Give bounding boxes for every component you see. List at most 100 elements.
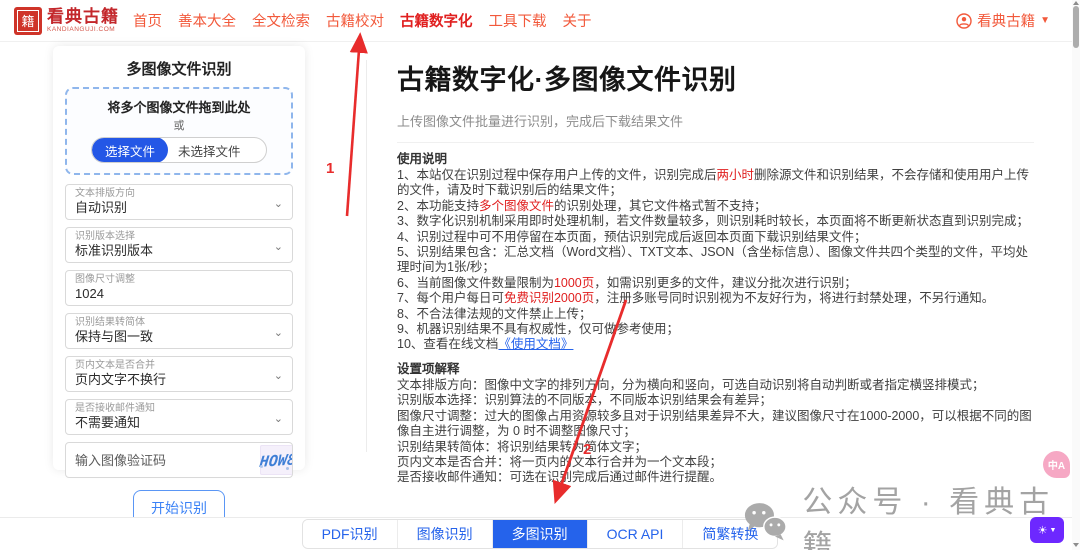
- chevron-down-icon: ⌄: [273, 198, 283, 210]
- chevron-down-icon: ▼: [1040, 15, 1050, 26]
- usage-item: 2、本功能支持多个图像文件的识别处理，其它文件格式暂不支持；: [397, 198, 767, 213]
- chevron-down-icon: ▼: [1049, 526, 1057, 534]
- field-value: 标准识别版本: [75, 243, 154, 258]
- logo-subtitle: KANDIANGUJI.COM: [47, 25, 116, 33]
- user-name: 看典古籍: [977, 14, 1036, 30]
- tab-OCR API[interactable]: OCR API: [587, 520, 684, 548]
- vertical-divider: [366, 60, 367, 452]
- nav-menu: 首页 善本大全 全文检索 古籍校对 古籍数字化 工具下载 关于: [133, 10, 592, 31]
- settings-item: 文本排版方向：图像中文字的排列方向，分为横向和竖向，可选自动识别将自动判断或者指…: [397, 377, 985, 392]
- usage-title: 使用说明: [397, 152, 448, 166]
- field-value: 1024: [75, 286, 104, 301]
- captcha-row: HOW8WP: [65, 442, 293, 478]
- bottom-tab-bar: PDF识别 图像识别 多图识别 OCR API 简繁转换: [0, 517, 1080, 550]
- annotation-label-1: 1: [326, 160, 335, 177]
- translate-button[interactable]: 中A: [1043, 451, 1070, 478]
- highlight-text: 免费识别2000页: [503, 291, 595, 306]
- chevron-down-icon: ⌄: [273, 413, 283, 425]
- file-input[interactable]: 选择文件 未选择文件: [91, 137, 267, 163]
- select-field[interactable]: 识别结果转简体 保持与图一致 ⌄: [65, 313, 293, 349]
- usage-item: 5、识别结果包含：汇总文档（Word文档）、TXT文本、JSON（含坐标信息）、…: [397, 245, 1029, 275]
- site-logo[interactable]: 籍 看典古籍 KANDIANGUJI.COM: [14, 6, 119, 35]
- select-field[interactable]: 识别版本选择 标准识别版本 ⌄: [65, 227, 293, 263]
- usage-item: 9、机器识别结果不具有权威性，仅可做参考使用；: [397, 322, 679, 337]
- select-field[interactable]: 文本排版方向 自动识别 ⌄: [65, 184, 293, 220]
- nav-item[interactable]: 古籍数字化: [400, 10, 473, 31]
- usage-item: 10、查看在线文档《使用文档》: [397, 337, 574, 352]
- page-subtitle: 上传图像文件批量进行识别，完成后下载结果文件: [397, 114, 684, 129]
- usage-item: 6、当前图像文件数量限制为1000页，如需识别更多的文件，建议分批次进行识别；: [397, 275, 857, 290]
- scroll-down-arrow[interactable]: [1073, 543, 1079, 547]
- highlight-text: 两小时: [716, 168, 754, 182]
- settings-item: 识别结果转简体：将识别结果转为简体文字；: [397, 439, 648, 454]
- choose-file-button[interactable]: 选择文件: [92, 138, 169, 162]
- annotation-arrow-1: [345, 32, 368, 217]
- user-menu[interactable]: 看典古籍 ▼: [956, 10, 1050, 31]
- nav-item[interactable]: 工具下载: [489, 10, 547, 31]
- settings-item: 识别版本选择：识别算法的不同版本，不同版本识别结果会有差异；: [397, 393, 773, 408]
- theme-toggle-button[interactable]: ☀ ▼: [1030, 517, 1064, 543]
- form-title: 多图像文件识别: [126, 61, 232, 78]
- tab-图像识别[interactable]: 图像识别: [397, 520, 493, 548]
- horizontal-divider: [397, 142, 1034, 143]
- field-value: 自动识别: [75, 200, 128, 215]
- file-dropzone[interactable]: 将多个图像文件拖到此处 或 选择文件 未选择文件: [65, 87, 293, 175]
- field-value: 不需要通知: [75, 415, 141, 430]
- field-label: 页内文本是否合并: [75, 360, 155, 371]
- field-label: 文本排版方向: [75, 188, 135, 199]
- tab-简繁转换[interactable]: 简繁转换: [683, 520, 778, 548]
- page-scrollbar[interactable]: [1072, 0, 1080, 550]
- scroll-up-arrow[interactable]: [1073, 1, 1079, 5]
- page-title: 古籍数字化·多图像文件识别: [397, 65, 737, 95]
- select-field[interactable]: 是否接收邮件通知 不需要通知 ⌄: [65, 399, 293, 435]
- usage-item: 4、识别过程中可不用停留在本页面，预估识别完成后返回本页面下载识别结果文件；: [397, 229, 867, 244]
- field-value: 保持与图一致: [75, 329, 154, 344]
- settings-title: 设置项解释: [397, 361, 460, 376]
- recognition-form-panel: 多图像文件识别 将多个图像文件拖到此处 或 选择文件 未选择文件 文本排版方向自…: [53, 46, 305, 526]
- settings-item: 图像尺寸调整：过大的图像占用资源较多且对于识别结果差异不大，建议图像尺寸在100…: [397, 408, 1032, 439]
- field-value: 页内文字不换行: [75, 372, 167, 387]
- scrollbar-thumb[interactable]: [1073, 6, 1079, 48]
- usage-item: 1、本站仅在识别过程中保存用户上传的文件，识别完成后两小时删除源文件和识别结果，…: [397, 168, 1029, 198]
- input-field[interactable]: 图像尺寸调整 1024: [65, 270, 293, 306]
- settings-item: 页内文本是否合并：将一页内的文本行合并为一个文本段；: [397, 454, 723, 469]
- tab-多图识别[interactable]: 多图识别: [492, 520, 588, 548]
- nav-item[interactable]: 关于: [563, 10, 592, 31]
- nav-item[interactable]: 善本大全: [178, 10, 236, 31]
- main-content: 古籍数字化·多图像文件识别 上传图像文件批量进行识别，完成后下载结果文件 使用说…: [397, 58, 1034, 486]
- translate-icon: 中A: [1047, 461, 1066, 472]
- field-label: 识别结果转简体: [75, 317, 145, 328]
- usage-list: 1、本站仅在识别过程中保存用户上传的文件，识别完成后两小时删除源文件和识别结果，…: [397, 168, 1034, 353]
- select-field[interactable]: 页内文本是否合并 页内文字不换行 ⌄: [65, 356, 293, 392]
- highlight-text: 多个图像文件: [478, 198, 554, 213]
- no-file-label: 未选择文件: [178, 144, 241, 159]
- usage-item: 3、数字化识别机制采用即时处理机制，若文件数量较多，则识别耗时较长，本页面将不断…: [397, 214, 1029, 229]
- doc-link[interactable]: 《使用文档》: [498, 337, 573, 351]
- user-avatar-icon: [956, 12, 972, 29]
- highlight-text: 1000页: [553, 275, 595, 290]
- field-label: 是否接收邮件通知: [75, 403, 155, 414]
- settings-item: 是否接收邮件通知：可选在识别完成后通过邮件进行提醒。: [397, 470, 723, 485]
- nav-item[interactable]: 首页: [133, 10, 162, 31]
- usage-item: 7、每个用户每日可免费识别2000页，注册多账号同时识别视为不友好行为，将进行封…: [397, 291, 995, 306]
- form-fields: 文本排版方向 自动识别 ⌄ 识别版本选择 标准识别版本 ⌄ 图像尺寸调整 1024 识别结果转简…: [65, 184, 293, 435]
- nav-item[interactable]: 全文检索: [252, 10, 310, 31]
- chevron-down-icon: ⌄: [273, 370, 283, 382]
- logo-title: 看典古籍: [47, 6, 119, 26]
- usage-item: 8、不合法律法规的文件禁止上传；: [397, 306, 592, 321]
- field-label: 图像尺寸调整: [75, 274, 135, 285]
- nav-item[interactable]: 古籍校对: [326, 10, 384, 31]
- tab-PDF识别[interactable]: PDF识别: [302, 520, 398, 548]
- sun-icon: ☀: [1037, 524, 1048, 537]
- field-label: 识别版本选择: [75, 231, 135, 242]
- logo-seal-icon: 籍: [14, 6, 42, 35]
- captcha-input[interactable]: [66, 452, 260, 468]
- chevron-down-icon: ⌄: [273, 241, 283, 253]
- settings-list: 文本排版方向：图像中文字的排列方向，分为横向和竖向，可选自动识别将自动判断或者指…: [397, 378, 1034, 486]
- top-navbar: 籍 看典古籍 KANDIANGUJI.COM 首页 善本大全 全文检索 古籍校对 古籍数…: [0, 0, 1080, 42]
- tab-group: PDF识别 图像识别 多图识别 OCR API 简繁转换: [301, 519, 779, 549]
- chevron-down-icon: ⌄: [273, 327, 283, 339]
- captcha-image[interactable]: HOW8WP: [259, 445, 292, 475]
- dropzone-or-label: 或: [173, 120, 185, 132]
- dropzone-hint: 将多个图像文件拖到此处: [107, 100, 251, 115]
